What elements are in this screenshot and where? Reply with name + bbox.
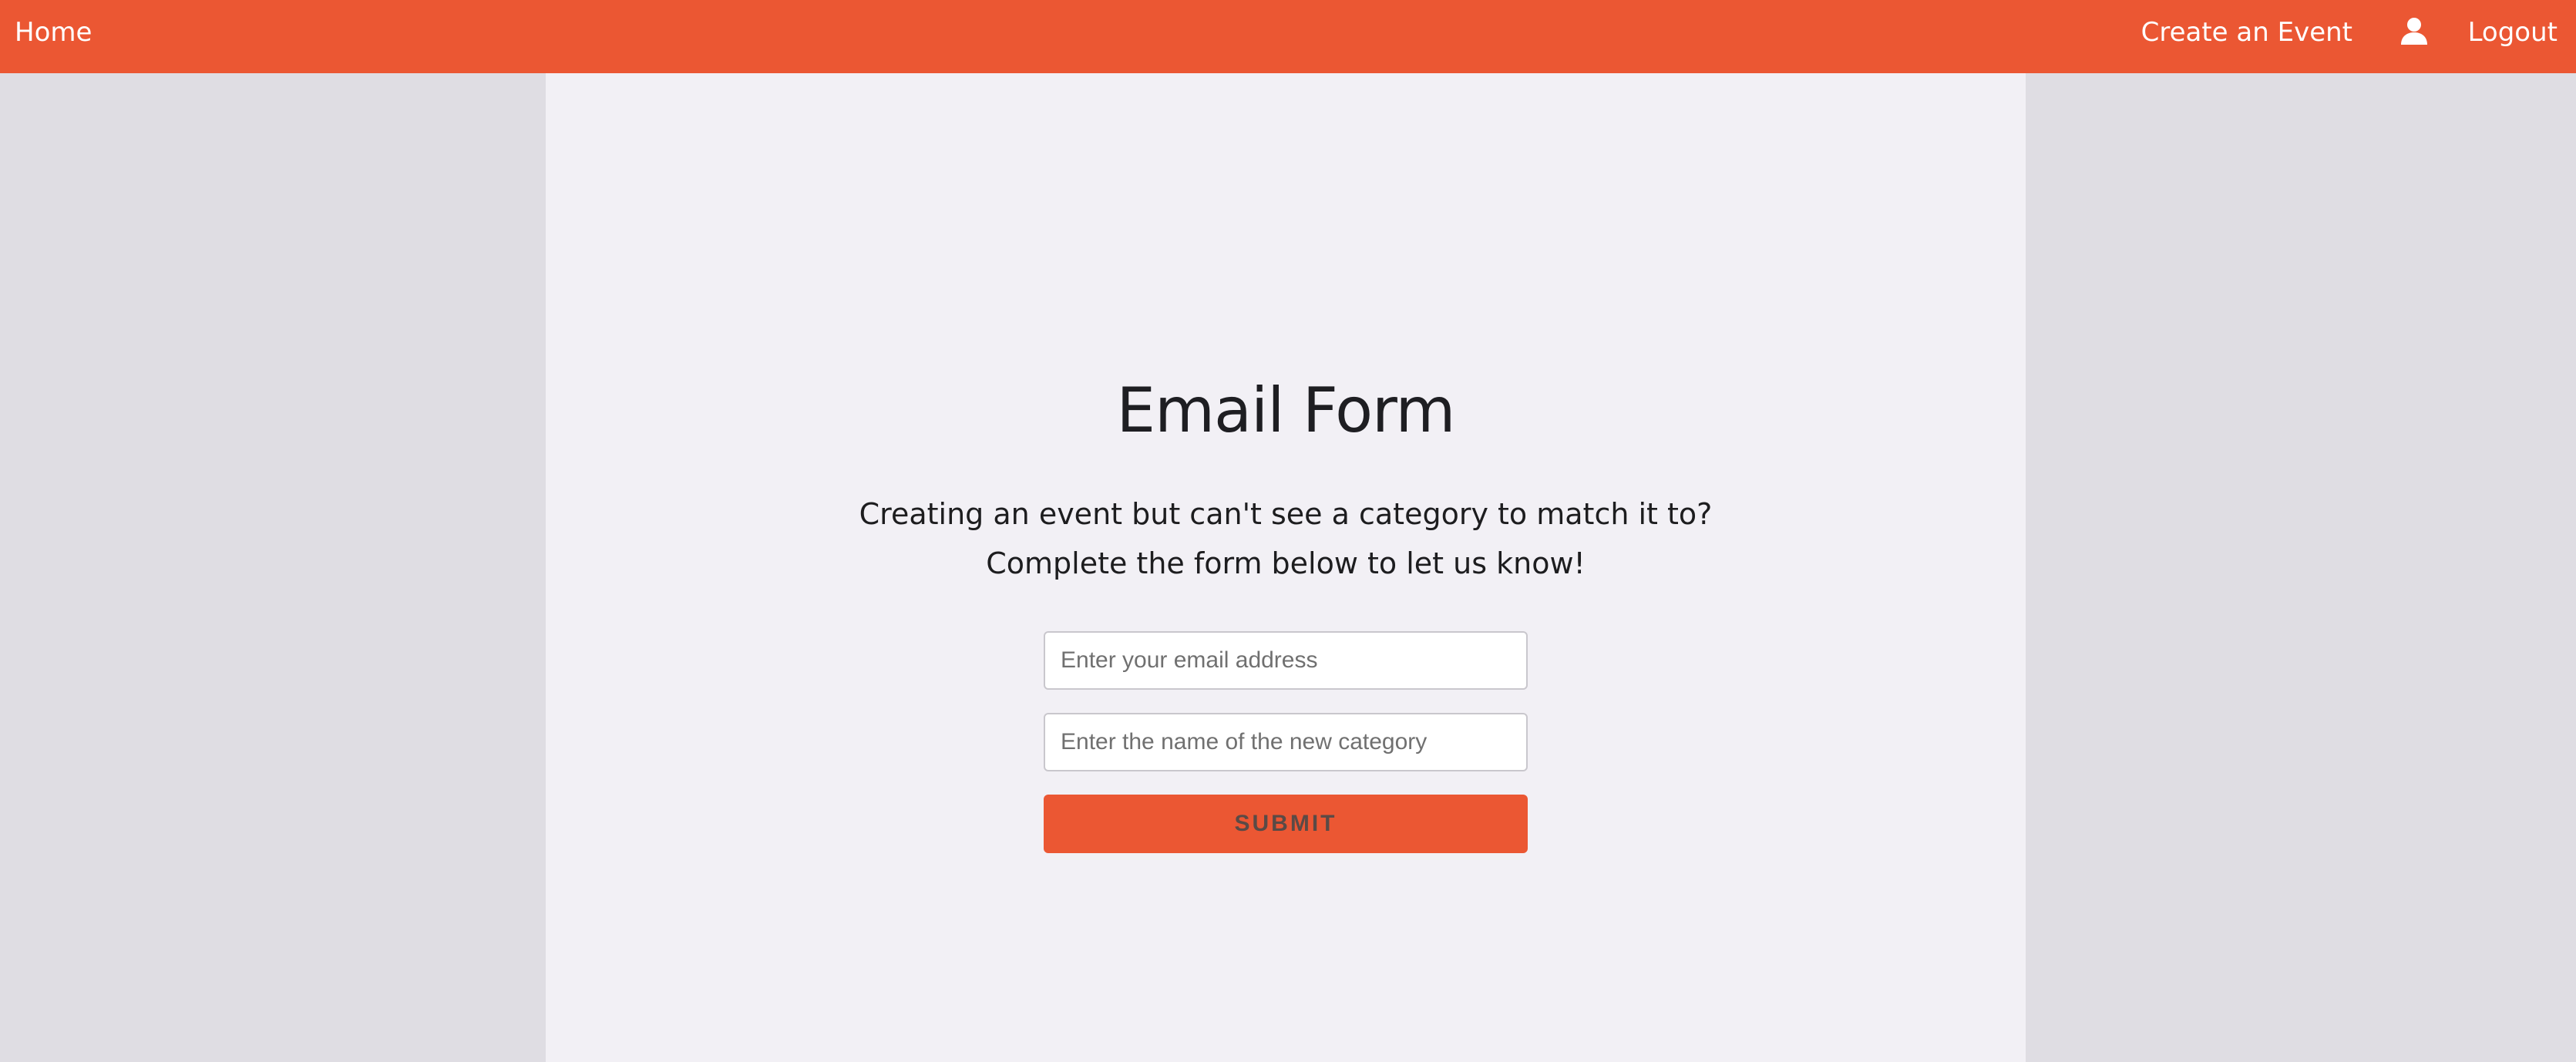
page-title: Email Form <box>1116 375 1456 446</box>
home-link[interactable]: Home <box>15 0 92 65</box>
user-icon-graphic <box>2401 18 2427 45</box>
form-description: Creating an event but can't see a catego… <box>859 497 1713 580</box>
main-panel: Email Form Creating an event but can't s… <box>546 73 2026 1062</box>
top-navbar: Home Create an Event Logout <box>0 0 2576 73</box>
submit-button[interactable]: SUBMIT <box>1044 795 1528 853</box>
category-name-field[interactable] <box>1044 713 1528 771</box>
user-icon[interactable] <box>2399 15 2430 46</box>
create-event-link[interactable]: Create an Event <box>2141 0 2352 65</box>
logout-link[interactable]: Logout <box>2468 0 2558 65</box>
email-field[interactable] <box>1044 631 1528 690</box>
